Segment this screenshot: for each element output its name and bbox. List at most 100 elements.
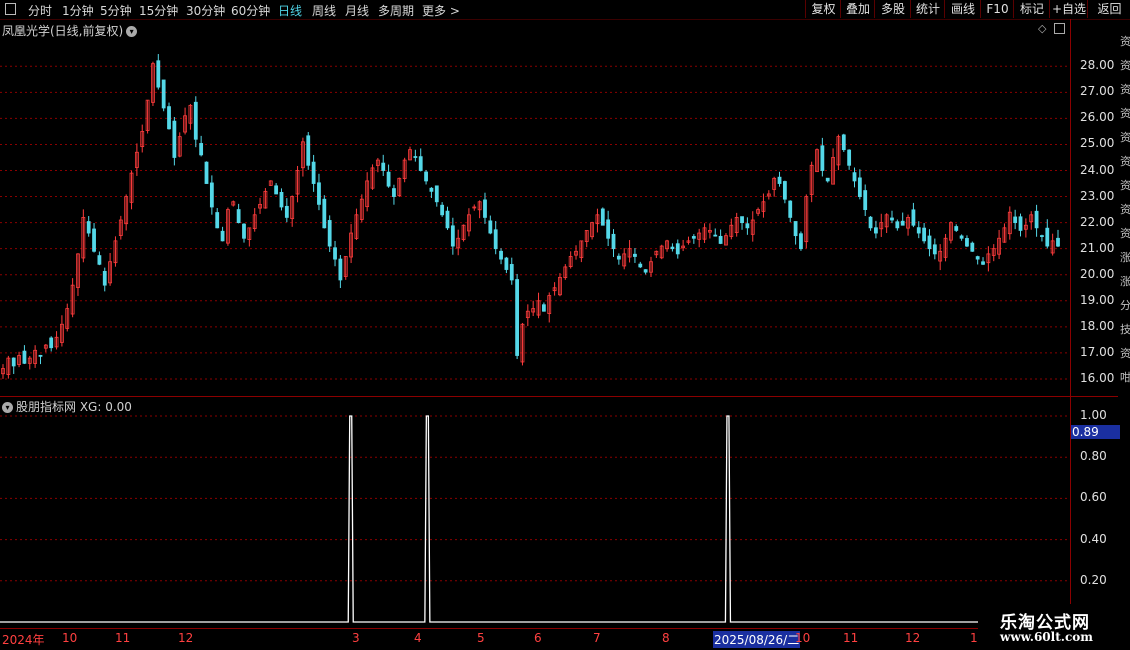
candle-body — [616, 255, 621, 260]
side-panel-edge[interactable]: 资资资资资资资资资涨涨分技资咁 — [1120, 30, 1130, 390]
candle-body — [713, 234, 718, 237]
candle-body — [611, 233, 616, 250]
price-axis-tick: 26.00 — [1080, 110, 1115, 125]
candle-body — [541, 304, 546, 312]
time-axis-label: 3 — [352, 631, 360, 645]
candle-body — [11, 357, 16, 367]
candle-body — [418, 156, 423, 171]
candle-body — [204, 161, 209, 184]
candle-body — [633, 253, 637, 257]
price-axis-tick: 17.00 — [1080, 344, 1115, 359]
candle-body — [504, 257, 509, 270]
candle-body — [274, 185, 279, 195]
candle-body — [981, 261, 985, 265]
candle-body — [493, 229, 498, 250]
price-axis-tick: 28.00 — [1080, 58, 1115, 73]
candle-body — [900, 220, 905, 226]
candle-body — [1034, 210, 1039, 229]
candle-body — [1018, 216, 1023, 231]
candle-body — [424, 171, 428, 182]
candle-body — [483, 199, 487, 218]
candle-body — [279, 191, 284, 208]
candle-body — [788, 200, 793, 218]
candle-body — [284, 205, 289, 218]
candle-body — [434, 185, 439, 203]
price-axis-tick: 23.00 — [1080, 188, 1115, 203]
candle-body — [1013, 216, 1018, 224]
time-axis-label: 1 — [970, 631, 978, 645]
price-axis-tick: 25.00 — [1080, 136, 1115, 151]
candle-body — [670, 246, 675, 250]
watermark-url: www.60lt.com — [1000, 630, 1093, 644]
time-axis-label: 5 — [477, 631, 485, 645]
candle-body — [1056, 237, 1060, 247]
candle-body — [606, 219, 611, 239]
candle-body — [172, 120, 177, 158]
candle-body — [857, 177, 862, 197]
candle-body — [975, 256, 980, 260]
candle-body — [852, 172, 857, 182]
candle-body — [86, 221, 91, 234]
candle-body — [793, 221, 798, 237]
time-axis-label: 2024年 — [2, 633, 45, 647]
candle-body — [306, 135, 311, 166]
candle-body — [386, 171, 391, 187]
candle-body — [413, 156, 418, 158]
time-axis-label: 11 — [843, 631, 859, 645]
price-axis-tick: 21.00 — [1080, 240, 1115, 255]
candle-body — [874, 227, 878, 234]
candle-body — [317, 182, 321, 205]
candle-body — [965, 238, 969, 247]
candle-body — [895, 221, 900, 229]
candle-body — [868, 216, 873, 229]
candle-body — [92, 228, 96, 252]
price-axis-tick: 16.00 — [1080, 370, 1115, 385]
time-axis-label: 8 — [662, 631, 670, 645]
candle-body — [450, 225, 455, 247]
price-axis-tick: 19.00 — [1080, 292, 1115, 307]
indicator-axis-tick: 0.20 — [1080, 572, 1107, 587]
candle-body — [863, 190, 868, 210]
candle-body — [691, 236, 696, 239]
candle-body — [911, 209, 916, 226]
candle-body — [311, 161, 316, 184]
indicator-axis-tick: 0.60 — [1080, 490, 1107, 505]
time-axis-label: 12 — [905, 631, 921, 645]
candle-body — [333, 247, 337, 260]
candle-body — [745, 223, 750, 229]
candle-body — [429, 187, 434, 192]
candle-body — [509, 264, 514, 281]
candle-body — [643, 269, 648, 273]
time-axis-label: 7 — [593, 631, 601, 645]
candle-body — [199, 143, 204, 156]
candle-body — [638, 263, 643, 268]
kline-chart[interactable] — [0, 0, 1130, 650]
candle-body — [515, 279, 520, 356]
candle-body — [916, 227, 921, 234]
indicator-axis-tick: 0.80 — [1080, 449, 1107, 464]
price-axis-tick: 20.00 — [1080, 266, 1115, 281]
candle-body — [970, 242, 975, 252]
candle-body — [445, 210, 450, 229]
candle-body — [161, 79, 166, 109]
candle-body — [49, 337, 54, 349]
candle-body — [392, 188, 396, 197]
watermark: 乐淘公式网 www.60lt.com — [978, 604, 1130, 650]
candle-body — [322, 198, 327, 229]
candle-body — [847, 149, 852, 166]
candle-body — [381, 162, 386, 171]
candle-body — [167, 106, 171, 130]
candle-body — [932, 244, 937, 255]
candle-body — [38, 354, 43, 357]
candle-body — [102, 270, 107, 286]
candle-body — [922, 227, 927, 242]
price-axis-tick: 24.00 — [1080, 162, 1115, 177]
candle-body — [220, 230, 225, 242]
indicator-axis-tick: 0.40 — [1080, 531, 1107, 546]
candle-body — [600, 208, 605, 226]
candle-body — [242, 223, 246, 239]
candle-body — [820, 145, 825, 171]
price-axis-tick: 18.00 — [1080, 318, 1115, 333]
candle-body — [841, 134, 846, 151]
time-axis-label: 11 — [115, 631, 131, 645]
